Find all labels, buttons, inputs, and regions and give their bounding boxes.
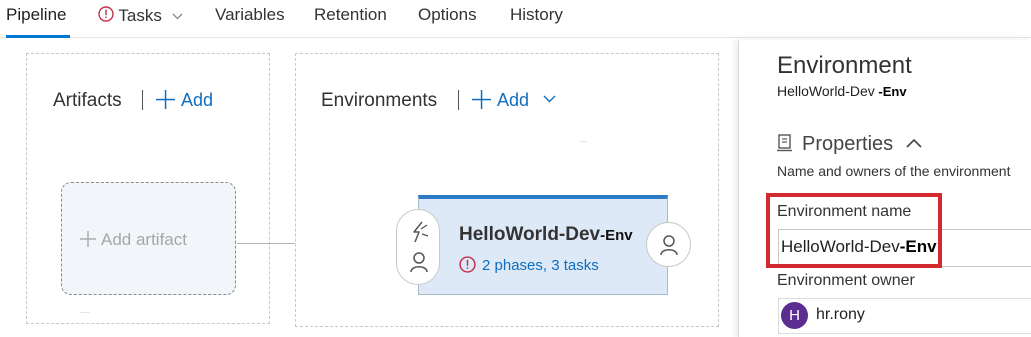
tab-pipeline[interactable]: Pipeline [6,5,67,25]
warning-circle-icon [98,6,114,27]
environment-card-title: HelloWorld-Dev-Env [459,224,633,246]
environment-card[interactable]: HelloWorld-Dev-Env 2 phases, 3 tasks [418,195,668,295]
properties-section-toggle[interactable]: Properties [777,133,922,156]
warning-circle-icon [459,256,476,273]
pane-subtitle-suffix: -Env [874,84,907,99]
pre-deployment-conditions[interactable] [396,209,440,285]
properties-description: Name and owners of the environment [777,163,1011,179]
active-tab-indicator [6,35,70,38]
environment-name-label: Environment name [777,203,912,220]
document-icon [777,134,792,152]
environments-header: Environments [321,90,438,111]
environment-status-text: 2 phases, 3 tasks [482,257,599,274]
add-link-label: Add [497,90,530,110]
environment-name-input[interactable]: HelloWorld-Dev-Env [778,229,1031,267]
tab-tasks[interactable]: Tasks [98,5,183,27]
properties-section-title: Properties [802,133,894,155]
chevron-down-icon [543,95,556,103]
add-artifact-label: Add artifact [101,230,187,249]
environment-owner-picker[interactable]: H hr.rony [778,298,1031,334]
tab-options[interactable]: Options [418,5,477,25]
add-artifact-button[interactable]: Add artifact [61,182,236,295]
environment-name-base: HelloWorld-Dev [459,224,601,245]
plus-icon [80,231,96,247]
add-artifact-label-wrap: Add artifact [80,230,187,250]
environment-name-suffix: -Env [600,227,633,244]
header-separator [458,90,459,110]
environment-properties-pane: Environment HelloWorld-Dev -Env Properti… [738,40,1031,337]
tab-bar: Pipeline Tasks Variables Retention Optio… [0,0,1031,38]
plus-icon [472,90,491,109]
add-artifact-link[interactable]: Add [156,90,213,111]
user-icon [660,235,678,256]
scroll-hint [580,141,587,142]
environment-owner-label: Environment owner [777,272,915,289]
trigger-lightning-icon [413,221,429,243]
header-separator [142,90,143,110]
tab-history[interactable]: History [510,5,563,25]
artifacts-header: Artifacts [53,90,122,111]
pane-subtitle-base: HelloWorld-Dev [777,83,875,99]
environment-status[interactable]: 2 phases, 3 tasks [459,256,599,274]
tab-tasks-label: Tasks [118,6,162,25]
chevron-down-icon [172,5,183,25]
post-deployment-conditions[interactable] [646,222,691,267]
owner-name: hr.rony [816,306,865,323]
pane-subtitle: HelloWorld-Dev -Env [777,83,907,99]
user-icon [410,252,428,273]
plus-icon [156,90,175,109]
tab-retention[interactable]: Retention [314,5,387,25]
environment-name-value-suffix: -Env [899,237,937,256]
scroll-hint [80,312,90,313]
environment-name-value-base: HelloWorld-Dev [781,237,900,256]
chevron-up-icon [906,138,922,148]
avatar: H [781,302,808,329]
add-link-label: Add [181,90,214,110]
tab-variables[interactable]: Variables [215,5,285,25]
pane-title: Environment [777,52,912,79]
add-environment-link[interactable]: Add [472,90,562,111]
